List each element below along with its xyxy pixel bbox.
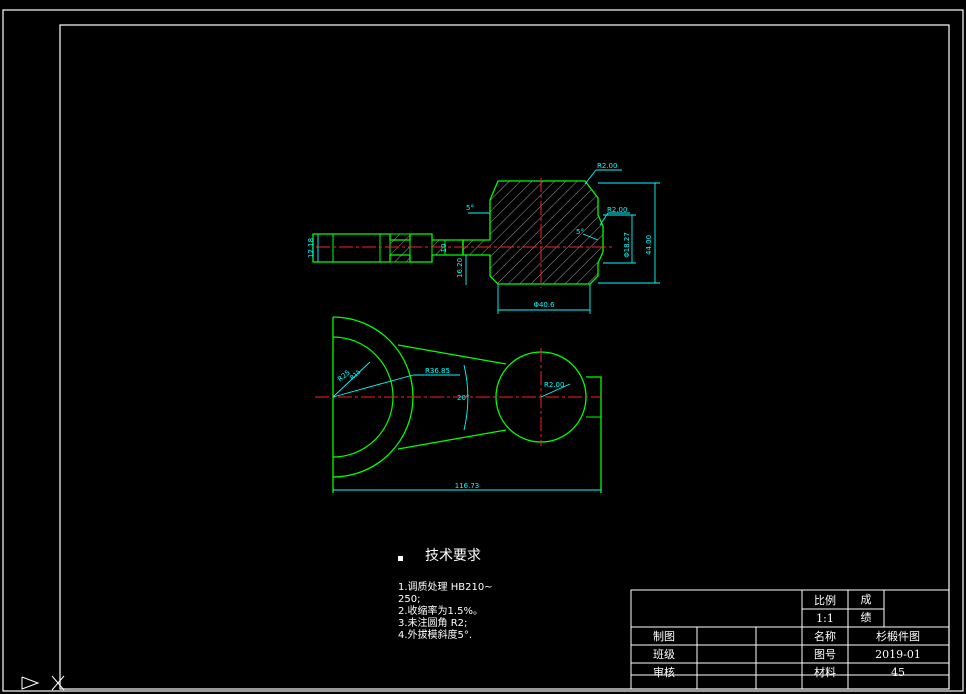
tb-class-label: 班级 — [653, 648, 675, 661]
tb-grade-label2: 绩 — [861, 611, 872, 624]
tech-line-3: 2.收缩率为1.5%。 — [398, 604, 483, 617]
dim-small-text: 10 — [440, 244, 448, 253]
r2-top-leader — [584, 169, 597, 185]
tb-name-value: 杉椴件图 — [876, 629, 920, 643]
arm-top-edge — [397, 344, 507, 365]
tech-line-4: 3.未注圆角 R2; — [398, 616, 467, 629]
r2-top-text: R2.00 — [597, 162, 617, 170]
top-plan-view: 116.73 R36.85 20° R2.00 R25 R15 — [315, 316, 602, 493]
tb-grade-label: 成 — [861, 593, 872, 606]
tb-drawn-label: 制图 — [653, 630, 675, 643]
tb-material-label: 材料 — [814, 665, 836, 679]
tb-name-label: 名称 — [814, 629, 836, 643]
tb-material-value: 45 — [891, 666, 905, 679]
tb-number-label: 图号 — [814, 648, 836, 661]
bullet-square-icon — [398, 556, 403, 561]
tech-title: 技术要求 — [425, 548, 481, 564]
tb-scale-label: 比例 — [814, 593, 836, 607]
dim-40-text: Φ40.6 — [533, 301, 555, 309]
inner-frame — [59, 24, 950, 690]
tb-scale-value: 1:1 — [816, 612, 834, 625]
tb-number-value: 2019-01 — [875, 648, 921, 661]
right-tab — [586, 376, 602, 493]
dim-left-text: 12.18 — [307, 238, 315, 258]
technical-requirements: 技术要求 1.调质处理 HB210~ 250; 2.收缩率为1.5%。 3.未注… — [398, 548, 493, 641]
overall-length-text: 116.73 — [455, 482, 480, 490]
dim-18-text: Φ18.27 — [623, 232, 631, 258]
front-section-view: 44.00 Φ18.27 Φ40.6 12.18 16.20 10 R2.00 … — [307, 162, 660, 314]
tech-line-1: 1.调质处理 HB210~ — [398, 581, 493, 593]
r2-circle-text: R2.00 — [544, 381, 564, 389]
arm-bottom-edge — [397, 429, 507, 450]
shaft-section-hatch — [389, 233, 446, 263]
left-r2-text: R15 — [349, 368, 363, 381]
tech-line-2: 250; — [398, 594, 420, 605]
tech-line-5: 4.外拔模斜度5°. — [398, 628, 472, 641]
r36-text: R36.85 — [425, 367, 450, 375]
angle-20-text: 20° — [457, 394, 469, 402]
dim-16-text: 16.20 — [456, 258, 464, 278]
cad-drawing-canvas: 44.00 Φ18.27 Φ40.6 12.18 16.20 10 R2.00 … — [2, 9, 964, 692]
tb-check-label: 审核 — [653, 665, 675, 679]
angle-right-text: 5° — [576, 228, 584, 236]
dim-44-text: 44.00 — [645, 235, 653, 255]
r2-mid-text: R2.00 — [607, 206, 627, 214]
angle-left-text: 5° — [466, 204, 474, 212]
corner-arrow-icon — [21, 676, 40, 690]
